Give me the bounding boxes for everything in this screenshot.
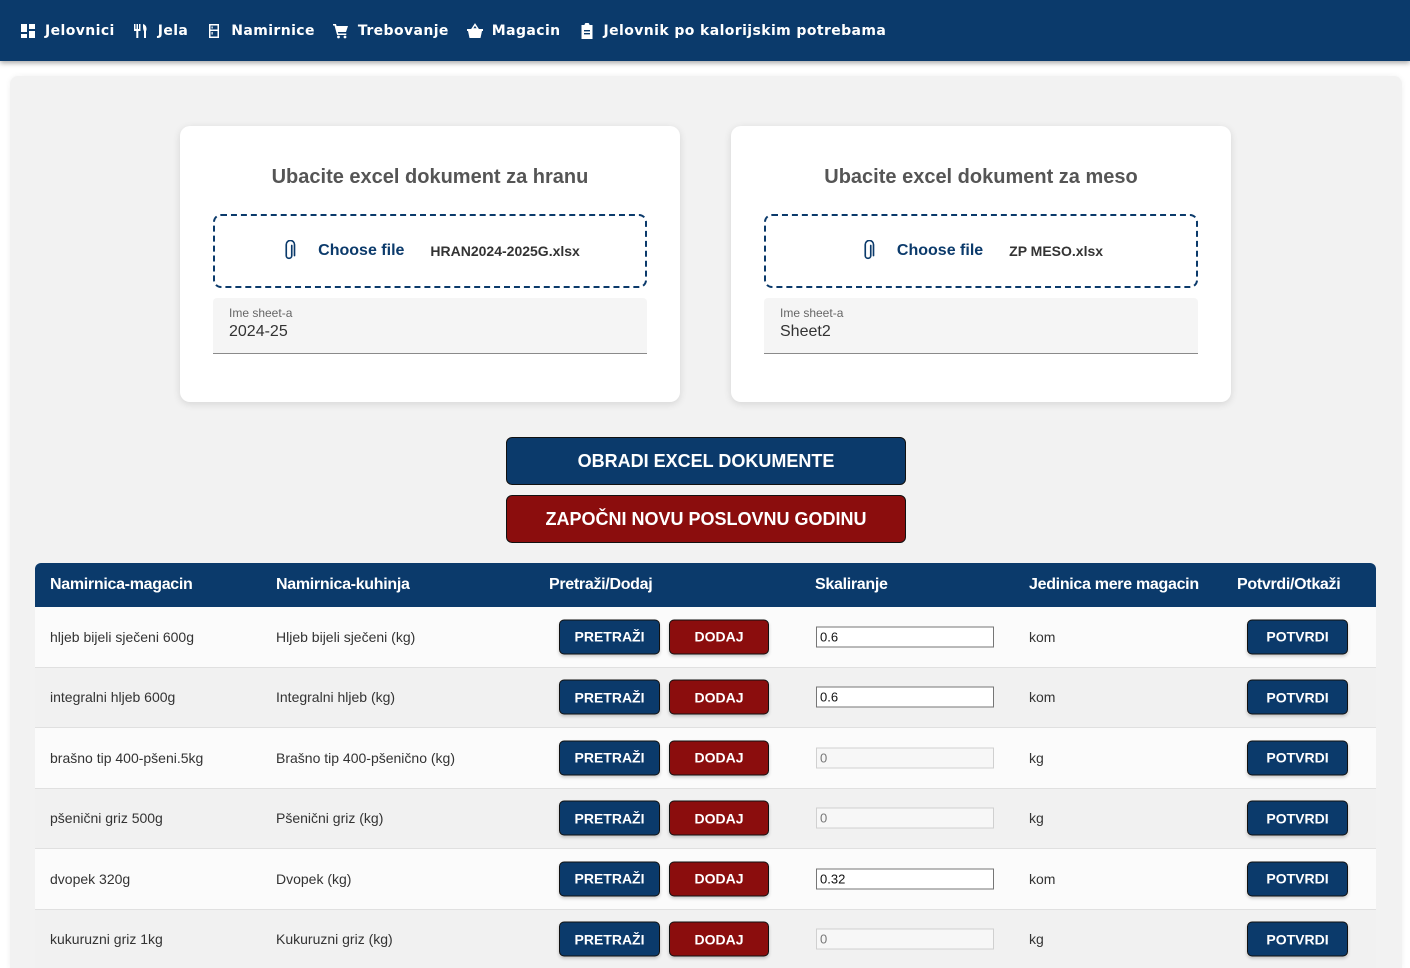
table-row: kukuruzni griz 1kg Kukuruzni griz (kg) PRE… <box>35 909 1376 968</box>
mapping-table: Namirnica-magacin Namirnica-kuhinja Pret… <box>35 563 1376 968</box>
add-button[interactable]: DODAJ <box>669 740 769 776</box>
scaling-input[interactable] <box>816 686 994 708</box>
clipboard-icon <box>581 22 593 39</box>
sheet-name-label: Ime sheet-a <box>229 306 293 320</box>
add-button[interactable]: DODAJ <box>669 679 769 715</box>
cell-unit: kg <box>1029 749 1044 766</box>
cell-namirnica-magacin: brašno tip 400-pšeni.5kg <box>50 749 204 766</box>
table-row: brašno tip 400-pšeni.5kg Brašno tip 400-p… <box>35 728 1376 789</box>
cell-namirnica-kuhinja: Brašno tip 400-pšenično (kg) <box>276 749 455 766</box>
selected-file-name: HRAN2024-2025G.xlsx <box>430 243 580 259</box>
sheet-name-field-meat[interactable]: Ime sheet-a Sheet2 <box>764 298 1198 354</box>
upload-card-title: Ubacite excel dokument za meso <box>824 166 1138 188</box>
cell-namirnica-magacin: kukuruzni griz 1kg <box>50 931 163 948</box>
dashboard-icon <box>21 23 35 38</box>
column-header: Skaliranje <box>815 576 888 593</box>
column-header: Pretraži/Dodaj <box>549 576 653 593</box>
nav-item-label: Jelovnici <box>45 22 115 39</box>
paperclip-icon <box>285 240 296 260</box>
upload-card-title: Ubacite excel dokument za hranu <box>271 166 589 188</box>
confirm-button[interactable]: POTVRDI <box>1247 679 1348 715</box>
fridge-icon <box>209 23 220 38</box>
nav-item-magacin[interactable]: Magacin <box>466 22 561 39</box>
cell-unit: kom <box>1029 628 1056 645</box>
cell-namirnica-magacin: hljeb bijeli sječeni 600g <box>50 628 194 645</box>
confirm-button[interactable]: POTVRDI <box>1247 800 1348 836</box>
column-header: Potvrdi/Otkaži <box>1237 576 1341 593</box>
scaling-input[interactable] <box>816 928 994 950</box>
search-button[interactable]: PRETRAŽI <box>559 619 660 655</box>
scaling-input[interactable] <box>816 626 994 648</box>
search-button[interactable]: PRETRAŽI <box>559 861 660 897</box>
search-button[interactable]: PRETRAŽI <box>559 740 660 776</box>
cart-icon <box>332 23 348 38</box>
cell-namirnica-kuhinja: Integralni hljeb (kg) <box>276 689 396 706</box>
cell-unit: kom <box>1029 689 1056 706</box>
nav-item-label: Namirnice <box>231 22 315 39</box>
basket-icon <box>466 22 483 38</box>
file-dropzone-food[interactable]: Choose file HRAN2024-2025G.xlsx <box>213 214 647 288</box>
nav-item-jelovnici[interactable]: Jelovnici <box>20 23 115 39</box>
paperclip-icon <box>864 240 875 260</box>
table-body: hljeb bijeli sječeni 600g Hljeb bijeli sj… <box>35 607 1376 968</box>
sheet-name-field-food[interactable]: Ime sheet-a 2024-25 <box>213 298 647 354</box>
nav-item-jelovnik-kalorije[interactable]: Jelovnik po kalorijskim potrebama <box>579 22 887 39</box>
scaling-input[interactable] <box>816 868 994 890</box>
column-header: Jedinica mere magacin <box>1029 576 1199 593</box>
utensils-icon <box>133 23 147 38</box>
top-navbar: Jelovnici Jela Namirnice Trebovanje Maga… <box>0 0 1410 61</box>
table-header: Namirnica-magacin Namirnica-kuhinja Pret… <box>35 563 1376 607</box>
table-row: integralni hljeb 600g Integralni hljeb (k… <box>35 667 1376 728</box>
confirm-button[interactable]: POTVRDI <box>1247 619 1348 655</box>
search-button[interactable]: PRETRAŽI <box>559 921 660 957</box>
add-button[interactable]: DODAJ <box>669 619 769 655</box>
search-button[interactable]: PRETRAŽI <box>559 800 660 836</box>
confirm-button[interactable]: POTVRDI <box>1247 861 1348 897</box>
upload-card-food: Ubacite excel dokument za hranu Choose f… <box>180 126 680 402</box>
column-header: Namirnica-magacin <box>50 576 193 593</box>
file-dropzone-meat[interactable]: Choose file ZP MESO.xlsx <box>764 214 1198 288</box>
cell-namirnica-magacin: integralni hljeb 600g <box>50 689 176 706</box>
add-button[interactable]: DODAJ <box>669 921 769 957</box>
cell-namirnica-kuhinja: Hljeb bijeli sječeni (kg) <box>276 628 416 645</box>
table-row: pšenični griz 500g Pšenični griz (kg) PRET… <box>35 788 1376 849</box>
nav-item-trebovanje[interactable]: Trebovanje <box>332 22 449 39</box>
add-button[interactable]: DODAJ <box>669 861 769 897</box>
process-excel-button[interactable]: OBRADI EXCEL DOKUMENTE <box>506 437 906 485</box>
scaling-input[interactable] <box>816 747 994 769</box>
start-new-year-button[interactable]: ZAPOČNI NOVU POSLOVNU GODINU <box>506 495 906 543</box>
nav-item-label: Jelovnik po kalorijskim potrebama <box>603 22 887 39</box>
choose-file-button[interactable]: Choose file <box>318 242 404 260</box>
add-button[interactable]: DODAJ <box>669 800 769 836</box>
search-button[interactable]: PRETRAŽI <box>559 679 660 715</box>
table-row: dvopek 320g Dvopek (kg) PRETRAŽIDODAJ kom PO… <box>35 849 1376 910</box>
cell-namirnica-kuhinja: Dvopek (kg) <box>276 870 352 887</box>
column-header: Namirnica-kuhinja <box>276 576 410 593</box>
nav-item-namirnice[interactable]: Namirnice <box>206 23 315 39</box>
scaling-input[interactable] <box>816 807 994 829</box>
cell-unit: kg <box>1029 931 1044 948</box>
cell-namirnica-magacin: pšenični griz 500g <box>50 810 163 827</box>
cell-namirnica-kuhinja: Kukuruzni griz (kg) <box>276 931 393 948</box>
cell-unit: kom <box>1029 870 1056 887</box>
sheet-name-value[interactable]: 2024-25 <box>229 323 288 340</box>
nav-item-label: Jela <box>157 22 189 39</box>
cell-unit: kg <box>1029 810 1044 827</box>
table-row: hljeb bijeli sječeni 600g Hljeb bijeli sj… <box>35 607 1376 668</box>
upload-card-meat: Ubacite excel dokument za meso Choose fi… <box>731 126 1231 402</box>
choose-file-button[interactable]: Choose file <box>897 242 983 260</box>
cell-namirnica-magacin: dvopek 320g <box>50 870 131 887</box>
sheet-name-value[interactable]: Sheet2 <box>780 323 831 340</box>
cell-namirnica-kuhinja: Pšenični griz (kg) <box>276 810 384 827</box>
nav-item-label: Trebovanje <box>357 22 449 39</box>
sheet-name-label: Ime sheet-a <box>780 306 844 320</box>
nav-item-label: Magacin <box>491 22 561 39</box>
confirm-button[interactable]: POTVRDI <box>1247 740 1348 776</box>
selected-file-name: ZP MESO.xlsx <box>1009 243 1104 259</box>
confirm-button[interactable]: POTVRDI <box>1247 921 1348 957</box>
nav-item-jela[interactable]: Jela <box>133 23 189 39</box>
